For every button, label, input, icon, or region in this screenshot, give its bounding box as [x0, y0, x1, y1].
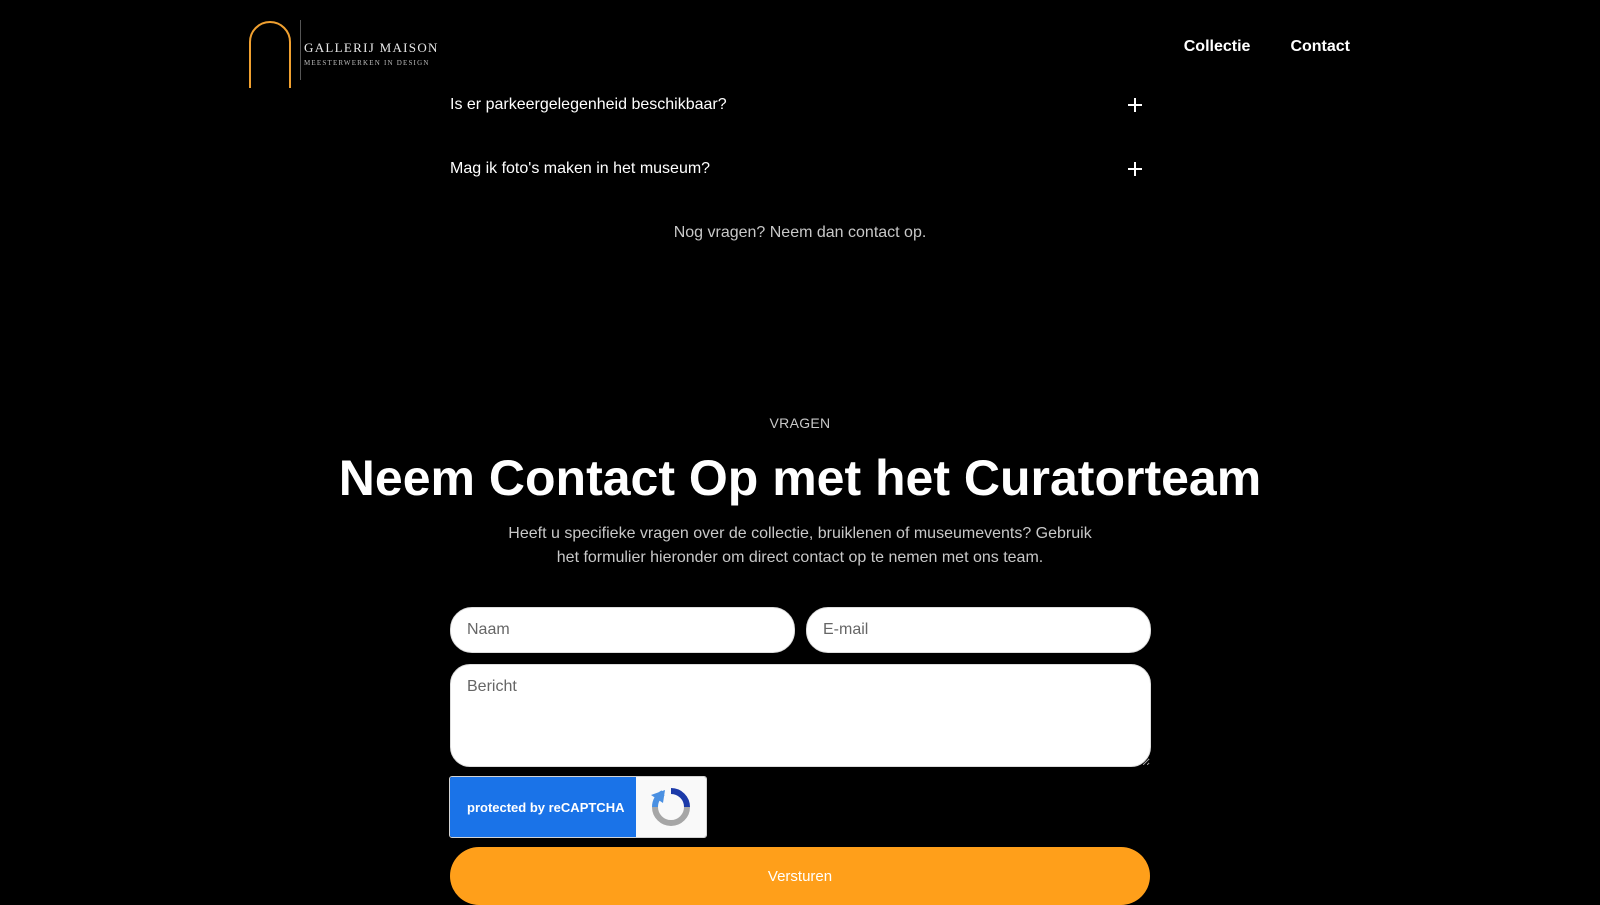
- recaptcha-badge[interactable]: protected by reCAPTCHA: [449, 776, 707, 838]
- contact-heading: Neem Contact Op met het Curatorteam: [338, 450, 1262, 506]
- recaptcha-icon: [636, 777, 706, 837]
- recaptcha-label: protected by reCAPTCHA: [450, 777, 636, 837]
- logo-divider: [300, 20, 301, 80]
- submit-button[interactable]: Versturen: [450, 847, 1150, 905]
- email-field[interactable]: [806, 607, 1151, 653]
- name-field[interactable]: [450, 607, 795, 653]
- main-nav: Collectie Contact: [1184, 38, 1350, 56]
- site-header: GALLERIJ MAISON MEESTERWERKEN IN DESIGN …: [0, 0, 1600, 96]
- section-eyebrow: VRAGEN: [769, 415, 831, 431]
- contact-intro: Heeft u specifieke vragen over de collec…: [508, 525, 1092, 566]
- faq-question: Is er parkeergelegenheid beschikbaar?: [450, 96, 727, 113]
- nav-link-collectie[interactable]: Collectie: [1184, 38, 1251, 56]
- faq-more-questions: Nog vragen? Neem dan contact op.: [673, 224, 927, 241]
- logo-subtitle: MEESTERWERKEN IN DESIGN: [304, 59, 430, 67]
- message-field[interactable]: [450, 664, 1151, 767]
- arch-logo-icon: [249, 21, 291, 88]
- logo-title: GALLERIJ MAISON: [304, 40, 439, 55]
- faq-item-parking[interactable]: Is er parkeergelegenheid beschikbaar?: [450, 93, 1142, 117]
- plus-icon[interactable]: [1128, 98, 1142, 112]
- faq-item-photos[interactable]: Mag ik foto's maken in het museum?: [450, 157, 1142, 181]
- nav-link-contact[interactable]: Contact: [1290, 38, 1350, 56]
- faq-question: Mag ik foto's maken in het museum?: [450, 160, 711, 177]
- plus-icon[interactable]: [1128, 162, 1142, 176]
- site-logo[interactable]: GALLERIJ MAISON MEESTERWERKEN IN DESIGN: [248, 18, 448, 88]
